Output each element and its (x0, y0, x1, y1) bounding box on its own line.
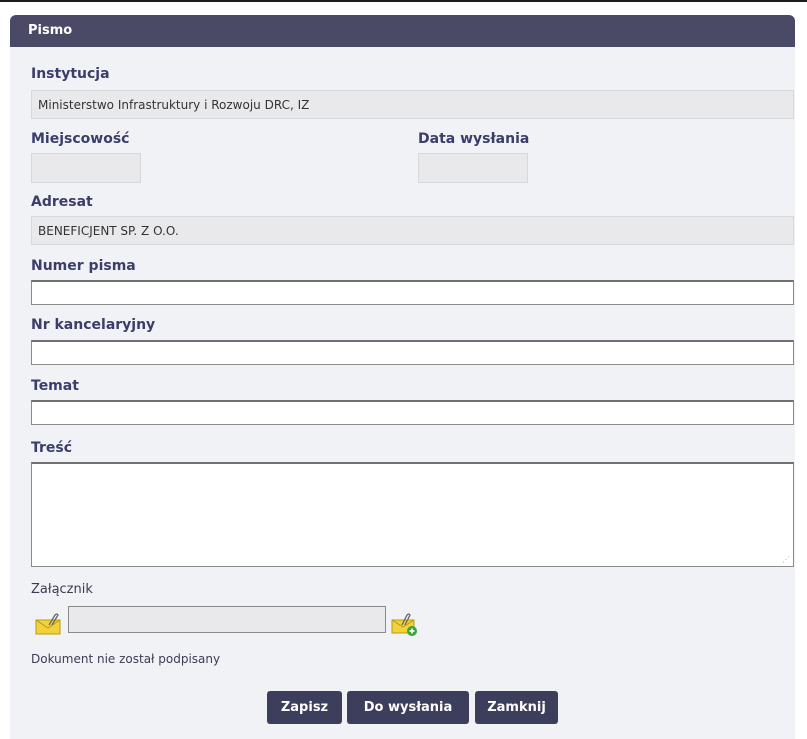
addressee-label: Adresat (31, 194, 93, 210)
subject-label: Temat (31, 378, 79, 394)
envelope-add-icon[interactable] (391, 613, 417, 636)
send-date-label: Data wysłania (418, 131, 530, 147)
office-number-input[interactable] (31, 340, 794, 365)
save-button[interactable]: Zapisz (267, 691, 342, 724)
resize-grip-icon[interactable]: ⋰ (782, 555, 790, 564)
letter-number-label: Numer pisma (31, 258, 136, 274)
paperclip-envelope-icon[interactable] (35, 613, 61, 635)
city-field (31, 153, 141, 183)
send-date-field (418, 153, 528, 183)
institution-label: Instytucja (31, 66, 110, 82)
content-label: Treść (31, 440, 73, 456)
institution-field: Ministerstwo Infrastruktury i Rozwoju DR… (31, 90, 794, 119)
close-button[interactable]: Zamknij (475, 691, 558, 724)
city-label: Miejscowość (31, 131, 130, 147)
top-border (0, 0, 807, 2)
attachment-field (68, 606, 386, 633)
window-title: Pismo (28, 23, 73, 38)
letter-number-input[interactable] (31, 280, 794, 305)
to-send-button[interactable]: Do wysłania (347, 691, 469, 724)
attachment-label: Załącznik (31, 582, 93, 597)
office-number-label: Nr kancelaryjny (31, 317, 156, 333)
content-textarea[interactable]: ⋰ (31, 462, 794, 567)
window-header: Pismo (10, 15, 795, 47)
addressee-field: BENEFICJENT SP. Z O.O. (31, 216, 794, 245)
signature-status: Dokument nie został podpisany (31, 652, 221, 666)
subject-input[interactable] (31, 400, 794, 425)
